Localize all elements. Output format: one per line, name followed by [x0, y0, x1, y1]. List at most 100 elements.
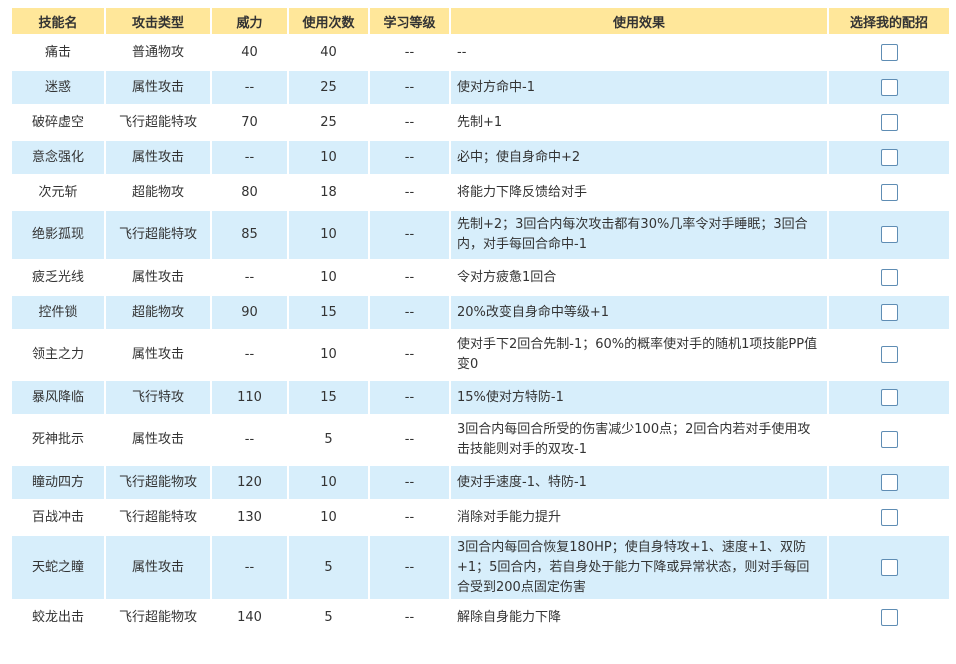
uses-cell: 25	[289, 106, 368, 139]
skill-name-cell: 意念强化	[12, 141, 104, 174]
select-cell	[829, 261, 949, 294]
effect-cell: 15%使对方特防-1	[451, 381, 827, 414]
select-checkbox[interactable]	[880, 346, 898, 363]
effect-cell: 先制+2；3回合内每次攻击都有30%几率令对手睡眠；3回合内，对手每回合命中-1	[451, 211, 827, 259]
learn-level-cell: --	[370, 466, 449, 499]
skill-name-cell: 疲乏光线	[12, 261, 104, 294]
effect-cell: 先制+1	[451, 106, 827, 139]
select-cell	[829, 141, 949, 174]
select-cell	[829, 176, 949, 209]
skill-name-cell: 死神批示	[12, 416, 104, 464]
uses-cell: 5	[289, 601, 368, 634]
skill-name-cell: 领主之力	[12, 331, 104, 379]
power-cell: 85	[212, 211, 287, 259]
power-cell: 110	[212, 381, 287, 414]
attack-type-cell: 飞行超能物攻	[106, 601, 210, 634]
table-row: 天蛇之瞳 属性攻击 -- 5 -- 3回合内每回合恢复180HP；使自身特攻+1、速度+1…	[12, 536, 949, 599]
header-power: 威力	[212, 8, 287, 34]
table-body: 痛击 普通物攻 40 40 -- -- 迷惑 属性攻击 -- 25 -- 使对方命中-1 破碎虚空 飞行超…	[12, 36, 949, 634]
select-cell	[829, 381, 949, 414]
select-checkbox[interactable]	[880, 43, 898, 61]
effect-cell: 使对方命中-1	[451, 71, 827, 104]
select-checkbox[interactable]	[880, 226, 898, 243]
attack-type-cell: 属性攻击	[106, 536, 210, 599]
power-cell: 130	[212, 501, 287, 534]
skill-name-cell: 痛击	[12, 36, 104, 69]
select-checkbox[interactable]	[880, 303, 898, 321]
learn-level-cell: --	[370, 331, 449, 379]
attack-type-cell: 超能物攻	[106, 296, 210, 329]
uses-cell: 18	[289, 176, 368, 209]
select-checkbox[interactable]	[880, 268, 898, 286]
uses-cell: 15	[289, 381, 368, 414]
effect-cell: 将能力下降反馈给对手	[451, 176, 827, 209]
select-checkbox[interactable]	[880, 388, 898, 406]
header-skill-name: 技能名	[12, 8, 104, 34]
select-cell	[829, 466, 949, 499]
table-row: 迷惑 属性攻击 -- 25 -- 使对方命中-1	[12, 71, 949, 104]
table-row: 绝影孤现 飞行超能特攻 85 10 -- 先制+2；3回合内每次攻击都有30%几率令对手睡…	[12, 211, 949, 259]
learn-level-cell: --	[370, 141, 449, 174]
table-row: 疲乏光线 属性攻击 -- 10 -- 令对方疲惫1回合	[12, 261, 949, 294]
skill-name-cell: 迷惑	[12, 71, 104, 104]
table-row: 百战冲击 飞行超能特攻 130 10 -- 消除对手能力提升	[12, 501, 949, 534]
header-learn-level: 学习等级	[370, 8, 449, 34]
effect-cell: 令对方疲惫1回合	[451, 261, 827, 294]
select-cell	[829, 211, 949, 259]
uses-cell: 5	[289, 536, 368, 599]
select-checkbox[interactable]	[880, 558, 898, 576]
select-checkbox[interactable]	[880, 183, 898, 201]
uses-cell: 10	[289, 501, 368, 534]
power-cell: --	[212, 331, 287, 379]
select-checkbox[interactable]	[880, 78, 898, 96]
learn-level-cell: --	[370, 381, 449, 414]
select-checkbox[interactable]	[880, 113, 898, 131]
uses-cell: 10	[289, 211, 368, 259]
skill-name-cell: 瞳动四方	[12, 466, 104, 499]
select-cell	[829, 331, 949, 379]
table-header: 技能名 攻击类型 威力 使用次数 学习等级 使用效果 选择我的配招	[12, 8, 949, 34]
learn-level-cell: --	[370, 536, 449, 599]
select-checkbox[interactable]	[880, 431, 898, 448]
select-checkbox[interactable]	[880, 473, 898, 491]
learn-level-cell: --	[370, 71, 449, 104]
table-row: 暴风降临 飞行特攻 110 15 -- 15%使对方特防-1	[12, 381, 949, 414]
table-row: 控件锁 超能物攻 90 15 -- 20%改变自身命中等级+1	[12, 296, 949, 329]
learn-level-cell: --	[370, 501, 449, 534]
select-cell	[829, 71, 949, 104]
uses-cell: 40	[289, 36, 368, 69]
table-row: 痛击 普通物攻 40 40 -- --	[12, 36, 949, 69]
select-checkbox[interactable]	[880, 148, 898, 166]
uses-cell: 10	[289, 331, 368, 379]
uses-cell: 10	[289, 141, 368, 174]
skill-name-cell: 次元斩	[12, 176, 104, 209]
effect-cell: --	[451, 36, 827, 69]
power-cell: 140	[212, 601, 287, 634]
learn-level-cell: --	[370, 296, 449, 329]
attack-type-cell: 飞行超能特攻	[106, 106, 210, 139]
select-cell	[829, 296, 949, 329]
select-checkbox[interactable]	[880, 508, 898, 526]
attack-type-cell: 属性攻击	[106, 416, 210, 464]
attack-type-cell: 属性攻击	[106, 261, 210, 294]
power-cell: 80	[212, 176, 287, 209]
power-cell: --	[212, 261, 287, 294]
learn-level-cell: --	[370, 601, 449, 634]
attack-type-cell: 属性攻击	[106, 71, 210, 104]
select-checkbox[interactable]	[880, 608, 898, 626]
skill-name-cell: 蛟龙出击	[12, 601, 104, 634]
table-row: 领主之力 属性攻击 -- 10 -- 使对手下2回合先制-1；60%的概率使对手的随机1项…	[12, 331, 949, 379]
skill-name-cell: 绝影孤现	[12, 211, 104, 259]
header-effect: 使用效果	[451, 8, 827, 34]
attack-type-cell: 普通物攻	[106, 36, 210, 69]
learn-level-cell: --	[370, 106, 449, 139]
power-cell: 90	[212, 296, 287, 329]
uses-cell: 25	[289, 71, 368, 104]
effect-cell: 20%改变自身命中等级+1	[451, 296, 827, 329]
learn-level-cell: --	[370, 416, 449, 464]
skill-name-cell: 百战冲击	[12, 501, 104, 534]
skill-name-cell: 暴风降临	[12, 381, 104, 414]
attack-type-cell: 飞行特攻	[106, 381, 210, 414]
power-cell: --	[212, 141, 287, 174]
effect-cell: 3回合内每回合恢复180HP；使自身特攻+1、速度+1、双防+1；5回合内，若自…	[451, 536, 827, 599]
